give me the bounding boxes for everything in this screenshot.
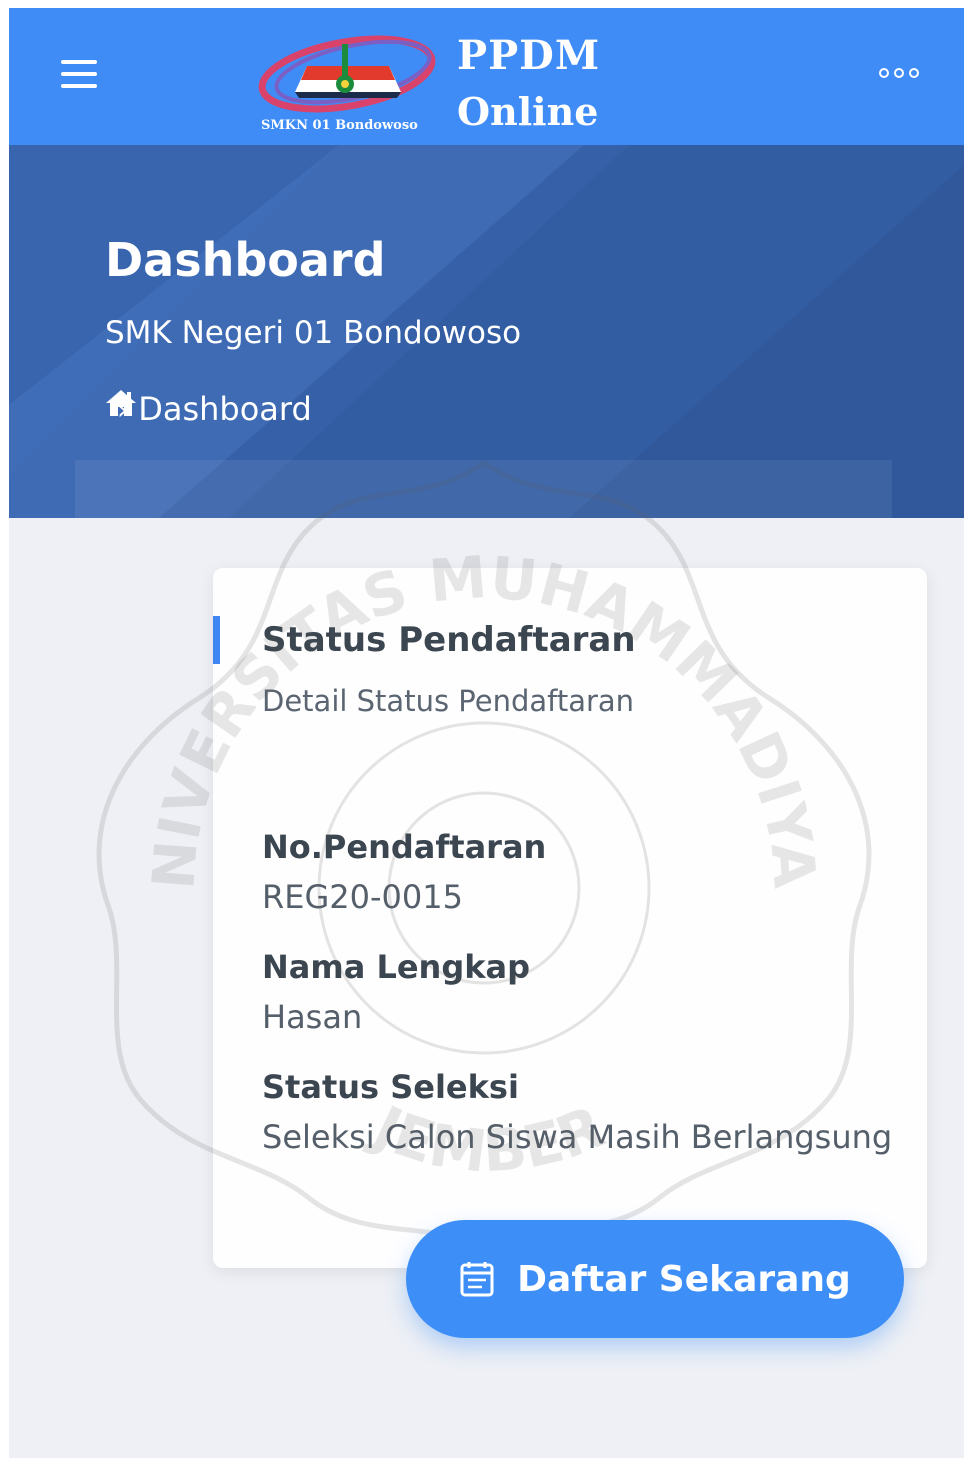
card-subtitle: Detail Status Pendaftaran [262, 684, 635, 718]
card-accent-bar [213, 616, 220, 664]
card-title: Status Pendaftaran [262, 620, 636, 660]
page-subtitle: SMK Negeri 01 Bondowoso [105, 315, 522, 351]
page-title: Dashboard [105, 233, 386, 287]
page-header: Dashboard SMK Negeri 01 Bondowoso › Dash… [9, 145, 964, 518]
registration-number-label: No.Pendaftaran [262, 828, 547, 866]
selection-status-label: Status Seleksi [262, 1068, 519, 1106]
registration-status-card: Status Pendaftaran Detail Status Pendaft… [213, 568, 927, 1268]
register-form-icon [460, 1262, 494, 1297]
home-icon[interactable] [105, 389, 137, 417]
breadcrumb-current: Dashboard [138, 390, 312, 428]
register-now-label: Daftar Sekarang [517, 1258, 851, 1300]
hamburger-icon[interactable] [61, 60, 97, 90]
app-frame: SMKN 01 Bondowoso PPDM Online Dashboard … [9, 8, 964, 1458]
brand-title: PPDM [457, 32, 601, 79]
register-now-button[interactable]: Daftar Sekarang [406, 1220, 904, 1338]
more-horizontal-icon[interactable] [879, 64, 925, 82]
full-name-label: Nama Lengkap [262, 948, 531, 986]
breadcrumb: › Dashboard [105, 389, 312, 429]
full-name-value: Hasan [262, 998, 363, 1036]
top-app-bar: SMKN 01 Bondowoso PPDM Online [9, 8, 964, 145]
school-logo: SMKN 01 Bondowoso [255, 32, 447, 136]
registration-number-value: REG20-0015 [262, 878, 463, 916]
selection-status-value: Seleksi Calon Siswa Masih Berlangsung [262, 1118, 893, 1156]
app-brand: PPDM Online [457, 28, 600, 140]
logo-caption: SMKN 01 Bondowoso [261, 118, 418, 133]
brand-subtitle: Online [457, 89, 599, 134]
